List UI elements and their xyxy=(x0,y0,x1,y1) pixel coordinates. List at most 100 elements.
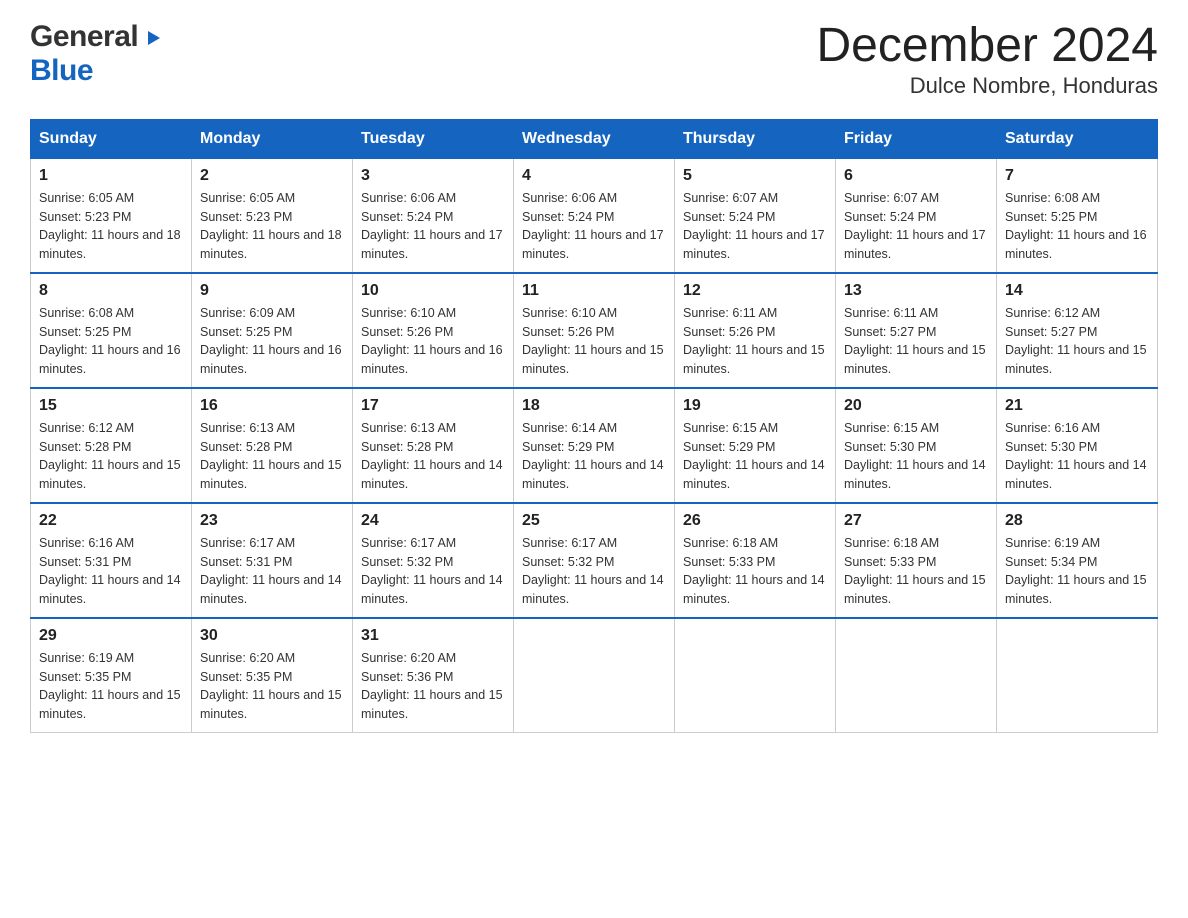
day-info: Sunrise: 6:10 AM Sunset: 5:26 PM Dayligh… xyxy=(522,304,666,379)
day-info: Sunrise: 6:12 AM Sunset: 5:28 PM Dayligh… xyxy=(39,419,183,494)
calendar-cell: 7 Sunrise: 6:08 AM Sunset: 5:25 PM Dayli… xyxy=(997,158,1158,273)
day-number: 14 xyxy=(1005,282,1149,300)
day-info: Sunrise: 6:17 AM Sunset: 5:31 PM Dayligh… xyxy=(200,534,344,609)
day-info: Sunrise: 6:11 AM Sunset: 5:26 PM Dayligh… xyxy=(683,304,827,379)
page-header: General Blue December 2024 Dulce Nombre,… xyxy=(30,20,1158,99)
calendar-week-row: 1 Sunrise: 6:05 AM Sunset: 5:23 PM Dayli… xyxy=(31,158,1158,273)
calendar-cell: 12 Sunrise: 6:11 AM Sunset: 5:26 PM Dayl… xyxy=(675,273,836,388)
location-title: Dulce Nombre, Honduras xyxy=(816,73,1158,99)
calendar-table: SundayMondayTuesdayWednesdayThursdayFrid… xyxy=(30,119,1158,733)
day-number: 3 xyxy=(361,167,505,185)
calendar-cell: 16 Sunrise: 6:13 AM Sunset: 5:28 PM Dayl… xyxy=(192,388,353,503)
day-info: Sunrise: 6:05 AM Sunset: 5:23 PM Dayligh… xyxy=(39,189,183,264)
day-number: 30 xyxy=(200,627,344,645)
day-info: Sunrise: 6:11 AM Sunset: 5:27 PM Dayligh… xyxy=(844,304,988,379)
day-number: 8 xyxy=(39,282,183,300)
day-number: 24 xyxy=(361,512,505,530)
day-number: 6 xyxy=(844,167,988,185)
day-info: Sunrise: 6:08 AM Sunset: 5:25 PM Dayligh… xyxy=(1005,189,1149,264)
day-number: 10 xyxy=(361,282,505,300)
day-number: 5 xyxy=(683,167,827,185)
day-info: Sunrise: 6:10 AM Sunset: 5:26 PM Dayligh… xyxy=(361,304,505,379)
day-number: 12 xyxy=(683,282,827,300)
weekday-header-sunday: Sunday xyxy=(31,119,192,158)
weekday-header-monday: Monday xyxy=(192,119,353,158)
calendar-cell xyxy=(514,618,675,733)
weekday-header-row: SundayMondayTuesdayWednesdayThursdayFrid… xyxy=(31,119,1158,158)
day-info: Sunrise: 6:15 AM Sunset: 5:29 PM Dayligh… xyxy=(683,419,827,494)
day-info: Sunrise: 6:18 AM Sunset: 5:33 PM Dayligh… xyxy=(844,534,988,609)
calendar-cell: 25 Sunrise: 6:17 AM Sunset: 5:32 PM Dayl… xyxy=(514,503,675,618)
calendar-cell xyxy=(997,618,1158,733)
day-number: 26 xyxy=(683,512,827,530)
calendar-cell: 27 Sunrise: 6:18 AM Sunset: 5:33 PM Dayl… xyxy=(836,503,997,618)
day-info: Sunrise: 6:18 AM Sunset: 5:33 PM Dayligh… xyxy=(683,534,827,609)
calendar-cell: 20 Sunrise: 6:15 AM Sunset: 5:30 PM Dayl… xyxy=(836,388,997,503)
calendar-cell: 5 Sunrise: 6:07 AM Sunset: 5:24 PM Dayli… xyxy=(675,158,836,273)
day-number: 13 xyxy=(844,282,988,300)
day-number: 4 xyxy=(522,167,666,185)
calendar-cell: 24 Sunrise: 6:17 AM Sunset: 5:32 PM Dayl… xyxy=(353,503,514,618)
calendar-cell: 21 Sunrise: 6:16 AM Sunset: 5:30 PM Dayl… xyxy=(997,388,1158,503)
day-info: Sunrise: 6:13 AM Sunset: 5:28 PM Dayligh… xyxy=(200,419,344,494)
weekday-header-thursday: Thursday xyxy=(675,119,836,158)
calendar-cell: 9 Sunrise: 6:09 AM Sunset: 5:25 PM Dayli… xyxy=(192,273,353,388)
weekday-header-tuesday: Tuesday xyxy=(353,119,514,158)
calendar-cell: 29 Sunrise: 6:19 AM Sunset: 5:35 PM Dayl… xyxy=(31,618,192,733)
calendar-cell: 31 Sunrise: 6:20 AM Sunset: 5:36 PM Dayl… xyxy=(353,618,514,733)
day-info: Sunrise: 6:06 AM Sunset: 5:24 PM Dayligh… xyxy=(522,189,666,264)
day-number: 9 xyxy=(200,282,344,300)
day-number: 7 xyxy=(1005,167,1149,185)
day-info: Sunrise: 6:08 AM Sunset: 5:25 PM Dayligh… xyxy=(39,304,183,379)
calendar-cell: 22 Sunrise: 6:16 AM Sunset: 5:31 PM Dayl… xyxy=(31,503,192,618)
day-info: Sunrise: 6:16 AM Sunset: 5:31 PM Dayligh… xyxy=(39,534,183,609)
calendar-cell: 11 Sunrise: 6:10 AM Sunset: 5:26 PM Dayl… xyxy=(514,273,675,388)
day-number: 11 xyxy=(522,282,666,300)
day-info: Sunrise: 6:17 AM Sunset: 5:32 PM Dayligh… xyxy=(522,534,666,609)
calendar-cell: 8 Sunrise: 6:08 AM Sunset: 5:25 PM Dayli… xyxy=(31,273,192,388)
logo-arrow-icon xyxy=(140,27,162,49)
calendar-week-row: 22 Sunrise: 6:16 AM Sunset: 5:31 PM Dayl… xyxy=(31,503,1158,618)
day-number: 29 xyxy=(39,627,183,645)
day-number: 23 xyxy=(200,512,344,530)
calendar-week-row: 15 Sunrise: 6:12 AM Sunset: 5:28 PM Dayl… xyxy=(31,388,1158,503)
day-number: 16 xyxy=(200,397,344,415)
logo: General Blue xyxy=(30,20,162,88)
day-number: 19 xyxy=(683,397,827,415)
calendar-cell xyxy=(836,618,997,733)
calendar-cell: 3 Sunrise: 6:06 AM Sunset: 5:24 PM Dayli… xyxy=(353,158,514,273)
calendar-week-row: 8 Sunrise: 6:08 AM Sunset: 5:25 PM Dayli… xyxy=(31,273,1158,388)
day-info: Sunrise: 6:13 AM Sunset: 5:28 PM Dayligh… xyxy=(361,419,505,494)
day-number: 28 xyxy=(1005,512,1149,530)
calendar-cell: 28 Sunrise: 6:19 AM Sunset: 5:34 PM Dayl… xyxy=(997,503,1158,618)
calendar-cell: 2 Sunrise: 6:05 AM Sunset: 5:23 PM Dayli… xyxy=(192,158,353,273)
day-info: Sunrise: 6:20 AM Sunset: 5:36 PM Dayligh… xyxy=(361,649,505,724)
calendar-body: 1 Sunrise: 6:05 AM Sunset: 5:23 PM Dayli… xyxy=(31,158,1158,732)
day-info: Sunrise: 6:17 AM Sunset: 5:32 PM Dayligh… xyxy=(361,534,505,609)
day-info: Sunrise: 6:07 AM Sunset: 5:24 PM Dayligh… xyxy=(683,189,827,264)
weekday-header-saturday: Saturday xyxy=(997,119,1158,158)
logo-text: General Blue xyxy=(30,20,162,88)
day-info: Sunrise: 6:19 AM Sunset: 5:34 PM Dayligh… xyxy=(1005,534,1149,609)
day-number: 2 xyxy=(200,167,344,185)
calendar-cell: 18 Sunrise: 6:14 AM Sunset: 5:29 PM Dayl… xyxy=(514,388,675,503)
calendar-cell xyxy=(675,618,836,733)
calendar-cell: 10 Sunrise: 6:10 AM Sunset: 5:26 PM Dayl… xyxy=(353,273,514,388)
calendar-cell: 17 Sunrise: 6:13 AM Sunset: 5:28 PM Dayl… xyxy=(353,388,514,503)
calendar-cell: 30 Sunrise: 6:20 AM Sunset: 5:35 PM Dayl… xyxy=(192,618,353,733)
month-title: December 2024 xyxy=(816,20,1158,73)
day-info: Sunrise: 6:20 AM Sunset: 5:35 PM Dayligh… xyxy=(200,649,344,724)
day-info: Sunrise: 6:06 AM Sunset: 5:24 PM Dayligh… xyxy=(361,189,505,264)
day-info: Sunrise: 6:05 AM Sunset: 5:23 PM Dayligh… xyxy=(200,189,344,264)
day-number: 21 xyxy=(1005,397,1149,415)
calendar-cell: 13 Sunrise: 6:11 AM Sunset: 5:27 PM Dayl… xyxy=(836,273,997,388)
day-number: 22 xyxy=(39,512,183,530)
title-section: December 2024 Dulce Nombre, Honduras xyxy=(816,20,1158,99)
day-info: Sunrise: 6:07 AM Sunset: 5:24 PM Dayligh… xyxy=(844,189,988,264)
calendar-cell: 1 Sunrise: 6:05 AM Sunset: 5:23 PM Dayli… xyxy=(31,158,192,273)
calendar-week-row: 29 Sunrise: 6:19 AM Sunset: 5:35 PM Dayl… xyxy=(31,618,1158,733)
calendar-cell: 19 Sunrise: 6:15 AM Sunset: 5:29 PM Dayl… xyxy=(675,388,836,503)
weekday-header-wednesday: Wednesday xyxy=(514,119,675,158)
day-info: Sunrise: 6:12 AM Sunset: 5:27 PM Dayligh… xyxy=(1005,304,1149,379)
day-number: 15 xyxy=(39,397,183,415)
